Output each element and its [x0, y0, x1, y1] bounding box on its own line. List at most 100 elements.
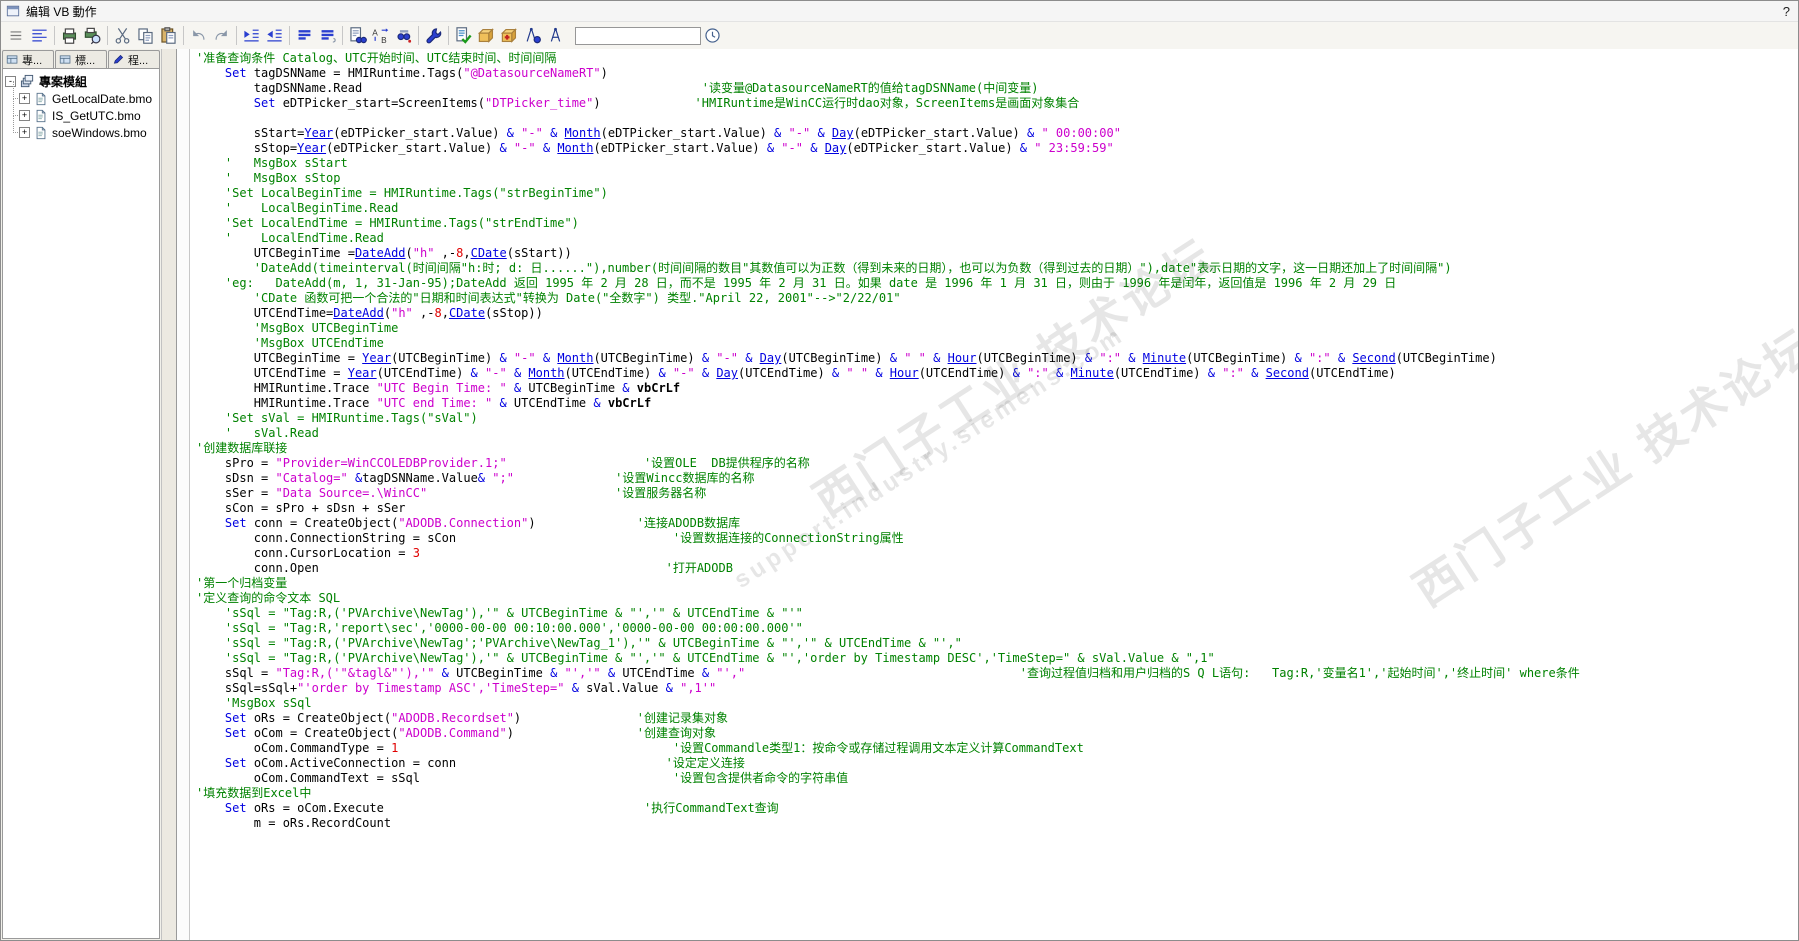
bookmark-add-button[interactable] [498, 25, 521, 47]
paste-icon [159, 26, 178, 45]
compass-button[interactable] [544, 25, 567, 47]
code-line: sCon = sPro + sDsn + sSer [196, 501, 406, 515]
comment-block-button[interactable] [293, 25, 316, 47]
clock-icon [703, 26, 722, 45]
toolbar-search-input[interactable] [575, 26, 701, 45]
edit-vb-action-window: 编辑 VB 動作 ? AB 專... 標... 程... - 專案模組 + Ge… [0, 0, 1799, 941]
code-line: 'DateAdd(timeinterval(时间间隔"h:时; d: 日....… [196, 261, 1452, 275]
tab-project-modules[interactable]: 專... [2, 50, 54, 68]
code-line: conn.CursorLocation = 3 [196, 546, 420, 560]
bookmark-box-icon [477, 26, 496, 45]
find-button[interactable] [346, 25, 369, 47]
card-index-icon [59, 53, 72, 66]
toolbar-separator [236, 26, 237, 45]
project-tree: - 專案模組 + GetLocalDate.bmo + IS_GetUTC.bm… [2, 68, 160, 939]
format-lines-button[interactable] [28, 25, 51, 47]
tree-item[interactable]: + GetLocalDate.bmo [5, 81, 157, 107]
compass-dot-button[interactable] [521, 25, 544, 47]
code-line: ' LocalBeginTime.Read [196, 201, 399, 215]
code-line: Set oCom = CreateObject("ADODB.Command")… [224, 726, 716, 740]
indent-icon [242, 26, 261, 45]
svg-text:A: A [372, 28, 378, 38]
format-lines-icon [30, 26, 49, 45]
toolbar: AB [1, 22, 1798, 50]
code-line: '填充数据到Excel中 [196, 786, 312, 800]
uncomment-block-icon [318, 26, 337, 45]
replace-icon: AB [371, 26, 390, 45]
code-line: 'MsgBox UTCBeginTime [196, 321, 399, 335]
tab-standard-modules[interactable]: 標... [55, 50, 107, 68]
tree-item[interactable]: + IS_GetUTC.bmo [5, 98, 157, 124]
code-line: Set tagDSNName = HMIRuntime.Tags("@Datas… [224, 66, 608, 80]
tree-root-row[interactable]: - 專案模組 [5, 73, 157, 90]
cut-icon [113, 26, 132, 45]
tab-label: 專... [22, 54, 43, 67]
outdent-button[interactable] [263, 25, 286, 47]
expand-box[interactable]: + [19, 127, 30, 138]
code-line: 'sSql = "Tag:R,('PVArchive\NewTag';'PVAr… [196, 636, 962, 650]
undo-icon [189, 26, 208, 45]
clock-button[interactable] [701, 25, 724, 47]
grip-button[interactable] [5, 25, 28, 47]
code-line: ' MsgBox sStop [196, 171, 341, 185]
paste-button[interactable] [157, 25, 180, 47]
code-line: 'sSql = "Tag:R,'report\sec','0000-00-00 … [196, 621, 803, 635]
code-line: HMIRuntime.Trace "UTC Begin Time: " & UT… [196, 381, 681, 395]
syntax-check-icon [454, 26, 473, 45]
tab-procedures[interactable]: 程... [108, 50, 160, 68]
help-button[interactable]: ? [1783, 4, 1790, 19]
bookmark-box-button[interactable] [475, 25, 498, 47]
compass-dot-icon [523, 26, 542, 45]
comment-block-icon [295, 26, 314, 45]
code-line: UTCEndTime = Year(UTCEndTime) & "-" & Mo… [196, 366, 1396, 380]
code-line: 'Set LocalEndTime = HMIRuntime.Tags("str… [196, 216, 579, 230]
code-line: 'Set sVal = HMIRuntime.Tags("sVal") [196, 411, 478, 425]
code-line: 'CDate 函数可把一个合法的"日期和时间表达式"转换为 Date("全数字"… [196, 291, 901, 305]
tree-item-label: IS_GetUTC.bmo [52, 108, 141, 123]
grip-icon [7, 26, 26, 45]
find-next-button[interactable] [392, 25, 415, 47]
uncomment-block-button[interactable] [316, 25, 339, 47]
code-line: ' MsgBox sStart [196, 156, 348, 170]
cut-button[interactable] [111, 25, 134, 47]
tree-item[interactable]: + soeWindows.bmo [5, 115, 157, 141]
tools-icon [424, 26, 443, 45]
title-bar: 编辑 VB 動作 ? [1, 1, 1798, 22]
replace-button[interactable]: AB [369, 25, 392, 47]
bmo-file-icon [34, 126, 48, 140]
print-preview-button[interactable] [81, 25, 104, 47]
syntax-check-button[interactable] [452, 25, 475, 47]
module-stack-icon [20, 74, 35, 89]
print-icon [60, 26, 79, 45]
tree-item-label: GetLocalDate.bmo [52, 91, 153, 106]
tools-button[interactable] [422, 25, 445, 47]
expand-box[interactable]: + [19, 110, 30, 121]
code-editor[interactable]: '准备查询条件 Catalog、UTC开始时间、UTC结束时间、时间间隔 Set… [177, 49, 1798, 940]
code-line: sSql = "Tag:R,('"&tagl&"'),'" & UTCBegin… [196, 666, 1580, 680]
redo-button[interactable] [210, 25, 233, 47]
code-line: 'MsgBox sSql [196, 696, 312, 710]
splitter[interactable] [161, 49, 177, 940]
card-index-icon [6, 53, 19, 66]
redo-icon [212, 26, 231, 45]
selection-margin [177, 49, 190, 940]
print-button[interactable] [58, 25, 81, 47]
code-line: sDsn = "Catalog=" &tagDSNName.Value& ";"… [196, 471, 755, 485]
code-line: ' sVal.Read [196, 426, 319, 440]
indent-button[interactable] [240, 25, 263, 47]
code-line: tagDSNName.Read '读变量@DatasourceNameRT的值给… [196, 81, 1039, 95]
undo-button[interactable] [187, 25, 210, 47]
code-line: '创建数据库联接 [196, 441, 288, 455]
bmo-file-icon [34, 109, 48, 123]
copy-button[interactable] [134, 25, 157, 47]
svg-text:B: B [381, 35, 387, 45]
expand-box[interactable]: + [19, 93, 30, 104]
window-title: 编辑 VB 動作 [26, 4, 97, 19]
code-line: sSer = "Data Source=.\WinCC" '设置服务器名称 [196, 486, 707, 500]
compass-icon [546, 26, 565, 45]
code-line: Set conn = CreateObject("ADODB.Connectio… [224, 516, 741, 530]
sidebar-tabs: 專... 標... 程... [1, 49, 161, 68]
collapse-box[interactable]: - [5, 76, 16, 87]
toolbar-separator [289, 26, 290, 45]
code-line: 'sSql = "Tag:R,('PVArchive\NewTag'),'" &… [196, 651, 1215, 665]
